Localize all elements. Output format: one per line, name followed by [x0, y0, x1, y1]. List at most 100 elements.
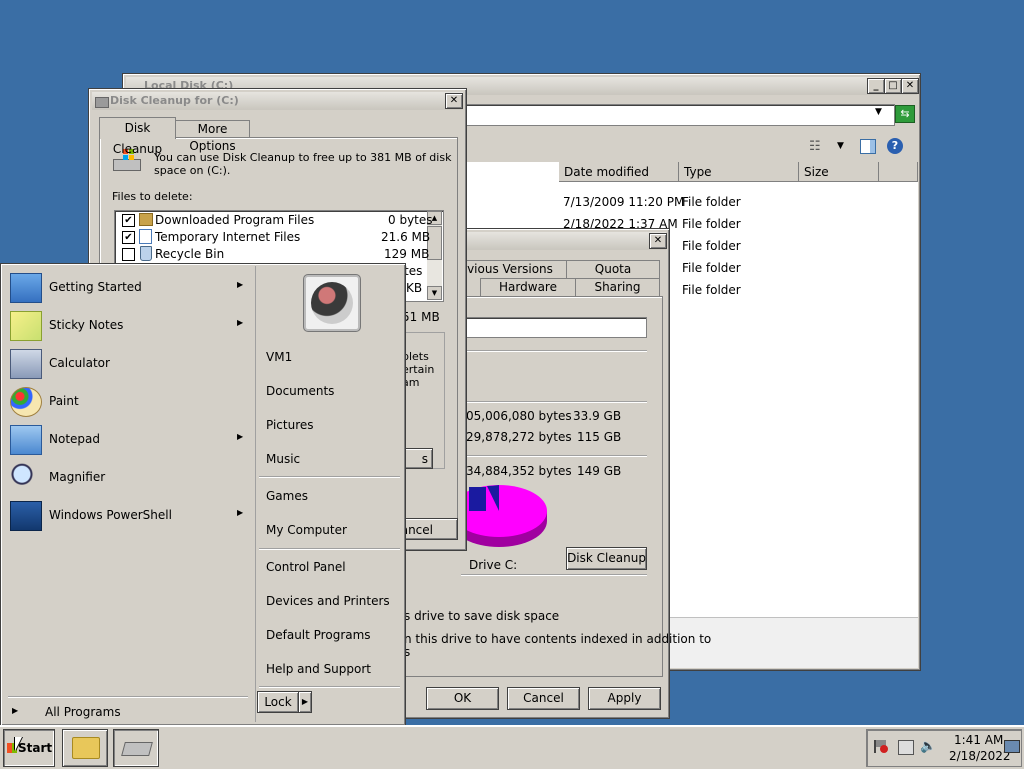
games-link[interactable]: Games: [266, 489, 308, 503]
ok-button[interactable]: OK: [426, 687, 499, 710]
pictures-link[interactable]: Pictures: [266, 418, 314, 432]
start-menu-item[interactable]: Sticky Notes ▶: [2, 307, 252, 343]
right-pane-divider: [259, 686, 400, 688]
devices-and-printers-link[interactable]: Devices and Printers: [266, 594, 390, 608]
file-size: tes: [404, 264, 423, 278]
checkbox-recycle-bin[interactable]: [122, 248, 135, 261]
documents-link[interactable]: Documents: [266, 384, 334, 398]
start-menu-item[interactable]: Paint: [2, 383, 252, 419]
file-name[interactable]: Downloaded Program Files: [155, 213, 314, 227]
disk-usage-pie-chart: [454, 485, 547, 547]
apply-button[interactable]: Apply: [588, 687, 661, 710]
view-options-icon[interactable]: ☷: [809, 139, 821, 154]
submenu-arrow-icon: ▶: [237, 508, 244, 517]
start-menu-item[interactable]: Notepad ▶: [2, 421, 252, 457]
close-button[interactable]: ✕: [445, 93, 463, 109]
intro-text-line1: You can use Disk Cleanup to free up to 3…: [154, 151, 452, 164]
column-filler: [879, 162, 918, 182]
free-gb: 115 GB: [577, 430, 622, 444]
show-desktop-icon[interactable]: [1004, 740, 1020, 753]
clock-time[interactable]: 1:41 AM: [954, 733, 1003, 747]
start-menu-item-label: Sticky Notes: [49, 318, 124, 332]
my-computer-link[interactable]: My Computer: [266, 523, 347, 537]
right-pane-divider: [259, 548, 400, 550]
tab-disk-cleanup[interactable]: Disk Cleanup: [99, 117, 176, 156]
start-menu-item[interactable]: Calculator: [2, 345, 252, 381]
music-link[interactable]: Music: [266, 452, 300, 466]
start-menu-item-label: Calculator: [49, 356, 110, 370]
row-type: File folder: [682, 195, 741, 209]
drive-label: Drive C:: [469, 558, 518, 572]
default-programs-link[interactable]: Default Programs: [266, 628, 371, 642]
column-size[interactable]: Size: [799, 162, 879, 182]
tab-previous-versions[interactable]: vious Versions: [453, 260, 567, 278]
view-dropdown-icon[interactable]: ▼: [837, 141, 844, 151]
checkbox-downloaded-program-files[interactable]: ✔: [122, 214, 135, 227]
help-icon[interactable]: ?: [887, 138, 903, 154]
preview-pane-icon[interactable]: [860, 139, 876, 154]
cancel-button[interactable]: Cancel: [507, 687, 580, 710]
taskbar-explorer-button[interactable]: [62, 729, 108, 767]
user-folder-vm1[interactable]: VM1: [266, 350, 292, 364]
close-button[interactable]: ✕: [901, 78, 919, 94]
file-size: KB: [406, 281, 423, 295]
start-menu-item[interactable]: Magnifier: [2, 459, 252, 495]
tab-more-options[interactable]: More Options: [175, 120, 250, 153]
disk-cleanup-titlebar[interactable]: Disk Cleanup for (C:): [92, 92, 463, 110]
lock-button[interactable]: Lock: [257, 691, 299, 713]
network-icon[interactable]: [898, 740, 914, 755]
disk-cleanup-title: Disk Cleanup for (C:): [110, 94, 239, 107]
maximize-button[interactable]: □: [884, 78, 902, 94]
submenu-arrow-icon: ▶: [237, 432, 244, 441]
compress-checkbox-label[interactable]: s drive to save disk space: [404, 609, 559, 623]
checkbox-temporary-internet-files[interactable]: ✔: [122, 231, 135, 244]
action-center-flag-icon[interactable]: [874, 740, 888, 753]
start-menu-item[interactable]: Getting Started ▶: [2, 269, 252, 305]
help-and-support-link[interactable]: Help and Support: [266, 662, 371, 676]
address-dropdown-icon[interactable]: ▼: [875, 107, 882, 117]
volume-icon[interactable]: 🔈: [920, 739, 936, 754]
submenu-arrow-icon: ▶: [237, 318, 244, 327]
file-name[interactable]: Recycle Bin: [155, 247, 224, 261]
all-programs-arrow-icon[interactable]: ▶: [12, 706, 18, 715]
start-menu-item-label: Notepad: [49, 432, 100, 446]
all-programs-button[interactable]: All Programs: [45, 705, 121, 719]
scroll-down-icon[interactable]: ▼: [427, 286, 442, 300]
minimize-button[interactable]: _: [867, 78, 885, 94]
powershell-icon: [10, 501, 42, 531]
address-bar[interactable]: [463, 104, 895, 126]
file-name[interactable]: Temporary Internet Files: [155, 230, 300, 244]
index-checkbox-label[interactable]: n this drive to have contents indexed in…: [404, 632, 711, 646]
divider: [461, 574, 647, 576]
disk-cleanup-title-icon: [95, 97, 109, 108]
file-size: 21.6 MB: [381, 230, 431, 244]
pinned-programs-list: Getting Started ▶ Sticky Notes ▶ Calculator P…: [2, 269, 254, 531]
shutdown-options-arrow-icon[interactable]: ▶: [298, 691, 312, 713]
start-button[interactable]: Start: [3, 729, 55, 767]
control-panel-link[interactable]: Control Panel: [266, 560, 346, 574]
column-type[interactable]: Type: [679, 162, 799, 182]
tab-hardware[interactable]: Hardware: [480, 278, 576, 296]
refresh-icon[interactable]: ⇆: [895, 105, 915, 123]
row-type: File folder: [682, 217, 741, 231]
used-gb: 33.9 GB: [573, 409, 622, 423]
tab-quota[interactable]: Quota: [566, 260, 660, 278]
close-button[interactable]: ✕: [649, 233, 667, 249]
pie-free-slice: [454, 485, 547, 537]
intro-text-line2: space on (C:).: [154, 164, 231, 177]
column-date-modified[interactable]: Date modified: [559, 162, 679, 182]
taskbar-disk-cleanup-button[interactable]: [113, 729, 159, 767]
start-label: Start: [18, 741, 53, 755]
row-date: 7/13/2009 11:20 PM: [563, 195, 685, 209]
disk-cleanup-button[interactable]: Disk Cleanup: [566, 547, 647, 570]
used-bytes: 05,006,080 bytes: [466, 409, 572, 423]
start-menu-item[interactable]: Windows PowerShell ▶: [2, 497, 252, 533]
user-picture[interactable]: [304, 275, 360, 331]
sticky-notes-icon: [10, 311, 42, 341]
start-menu-item-label: Paint: [49, 394, 79, 408]
clock-date[interactable]: 2/18/2022: [949, 749, 1011, 763]
tab-sharing[interactable]: Sharing: [575, 278, 660, 296]
drive-name-field[interactable]: [461, 317, 647, 338]
start-menu-item-label: Windows PowerShell: [49, 508, 172, 522]
mouse-cursor-icon: [15, 737, 22, 751]
